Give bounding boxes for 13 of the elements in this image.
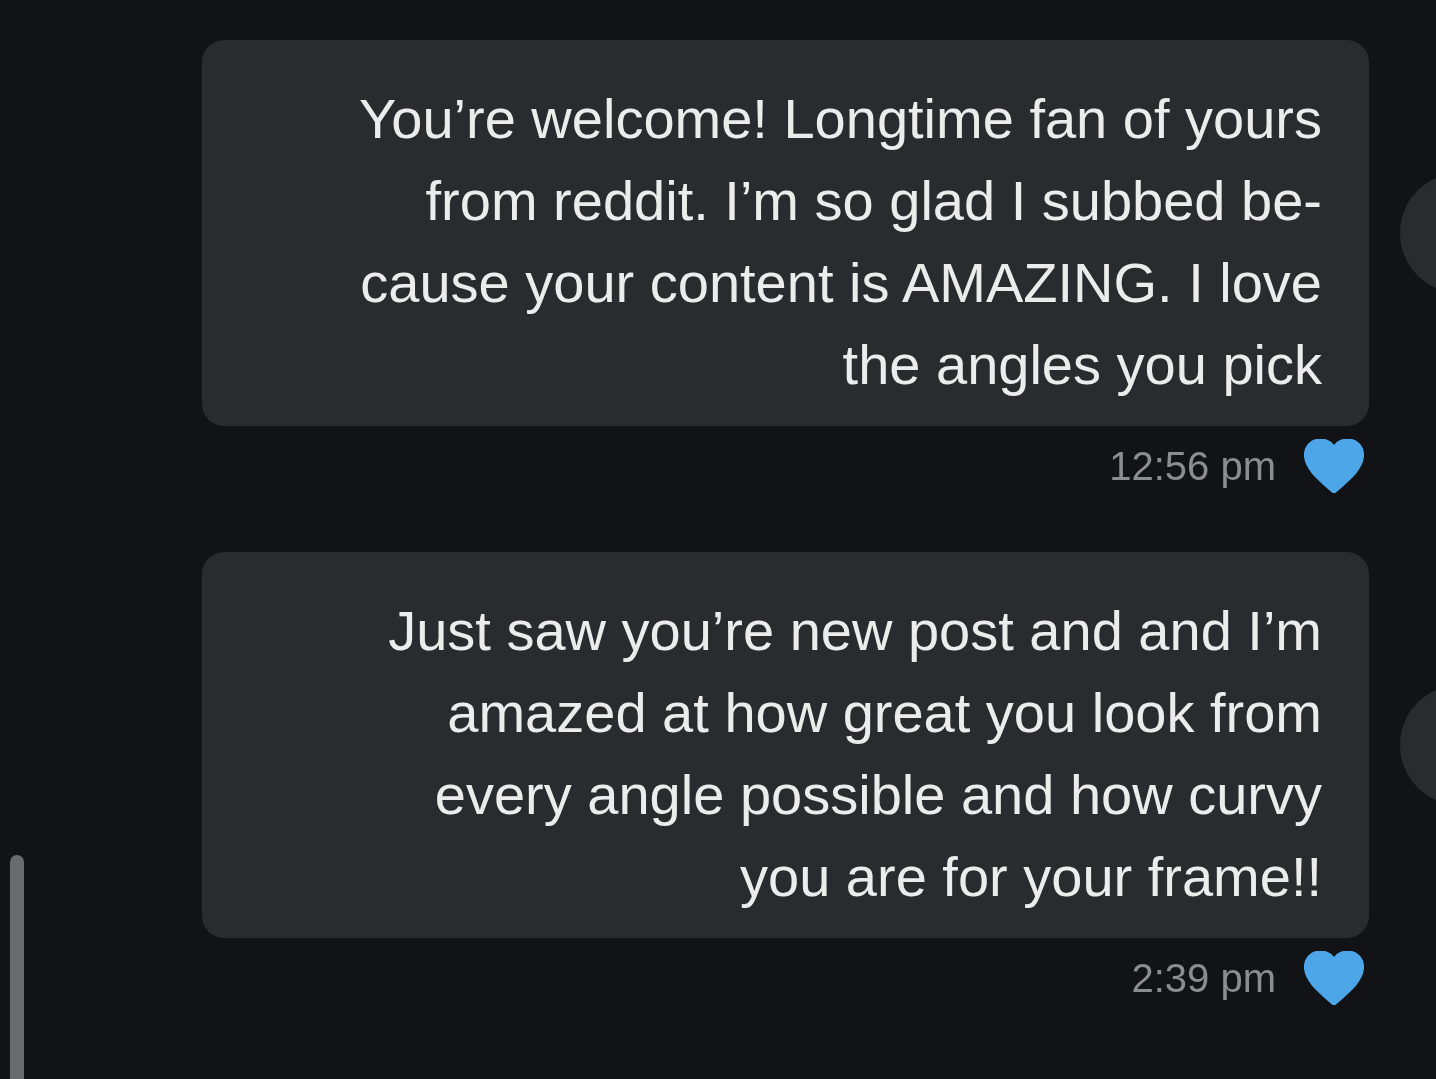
message-text: amazed at how great you look from <box>446 680 1322 746</box>
message-text: cause your content is AMAZING. I love <box>359 250 1322 316</box>
message-text: Just saw you’re new post and and I’m <box>387 598 1322 664</box>
message-text: You’re welcome! Longtime fan of yours <box>358 86 1322 152</box>
message-text: from reddit. I’m so glad I subbed be- <box>424 168 1322 234</box>
message-text: the angles you pick <box>841 332 1322 398</box>
scrollbar[interactable] <box>10 855 24 1079</box>
message-time: 2:39 pm <box>1131 955 1276 1001</box>
heart-icon[interactable] <box>1304 951 1364 1005</box>
message-time: 12:56 pm <box>1109 443 1276 489</box>
message-text: you are for your frame!! <box>739 844 1322 910</box>
message-text: every angle possible and how curvy <box>433 762 1322 828</box>
heart-icon[interactable] <box>1304 439 1364 493</box>
